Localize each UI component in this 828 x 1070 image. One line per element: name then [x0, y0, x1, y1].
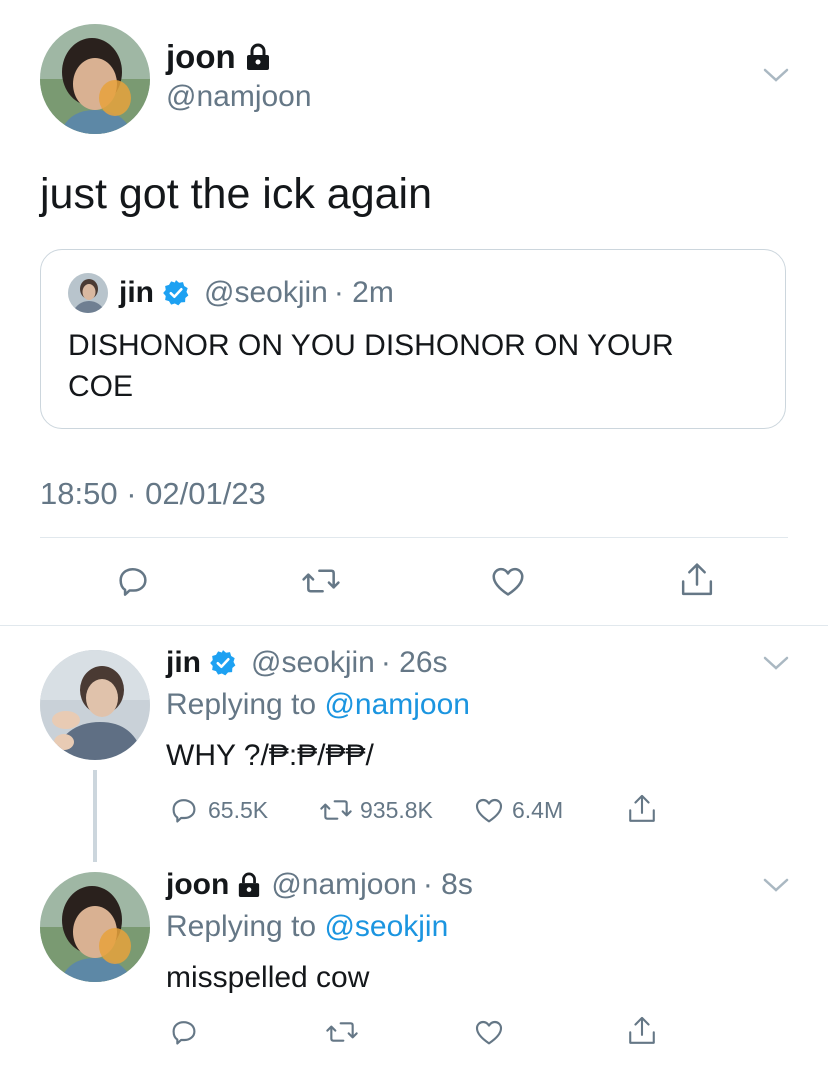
lock-icon [237, 872, 261, 898]
like-icon [488, 562, 528, 600]
quoted-time: · 2m [333, 276, 394, 309]
avatar-jin-small [68, 273, 108, 313]
thread-line [93, 770, 97, 862]
like-icon [472, 794, 506, 826]
quoted-author-name: jin [119, 276, 154, 309]
share-button[interactable] [626, 1014, 658, 1048]
retweet-count: 935.8K [360, 796, 433, 823]
reply-icon [114, 562, 152, 600]
section-divider [0, 625, 828, 626]
avatar-joon[interactable] [40, 872, 150, 982]
retweet-icon [324, 1016, 360, 1048]
reply-icon [168, 794, 200, 826]
reply-button[interactable] [114, 562, 152, 600]
share-icon [626, 1014, 658, 1048]
like-count: 6.4M [512, 796, 564, 823]
reply-author-name[interactable]: jin [166, 646, 201, 680]
like-icon [472, 1016, 506, 1048]
share-button[interactable] [678, 560, 716, 600]
quoted-text-line2: COE [68, 370, 134, 403]
like-button[interactable]: 6.4M [472, 794, 563, 826]
chevron-down-icon[interactable] [762, 66, 790, 89]
reply-count: 65.5K [208, 796, 269, 823]
share-icon [626, 792, 658, 826]
replying-to-label: Replying to [166, 688, 317, 721]
author-name[interactable]: joon [166, 38, 236, 76]
retweet-button[interactable] [324, 1016, 360, 1048]
chevron-down-icon[interactable] [762, 654, 790, 677]
reply-author-handle[interactable]: @namjoon [271, 868, 417, 902]
quoted-author-handle: @seokjin [204, 276, 328, 309]
reply-text: WHY ?/₱:₱/₱₱/ [166, 739, 374, 772]
avatar-jin[interactable] [40, 650, 150, 760]
retweet-icon [300, 562, 342, 600]
reply-time: · 26s [380, 646, 448, 679]
chevron-down-icon[interactable] [762, 876, 790, 899]
reply-button[interactable]: 65.5K [168, 794, 268, 826]
reply-author-name[interactable]: joon [166, 868, 229, 902]
retweet-icon [318, 794, 354, 826]
share-button[interactable] [626, 792, 658, 826]
reply-author-handle[interactable]: @seokjin [251, 646, 375, 680]
lock-icon [245, 43, 271, 71]
share-icon [678, 560, 716, 600]
retweet-button[interactable] [300, 562, 342, 600]
like-button[interactable] [488, 562, 528, 600]
verified-icon [162, 279, 190, 307]
verified-icon [209, 649, 237, 677]
reply-button[interactable] [168, 1016, 200, 1048]
author-handle[interactable]: @namjoon [166, 80, 312, 114]
like-button[interactable] [472, 1016, 506, 1048]
replying-to-link[interactable]: @seokjin [324, 910, 448, 943]
divider [40, 537, 788, 538]
reply-icon [168, 1016, 200, 1048]
tweet-text: just got the ick again [40, 170, 433, 218]
replying-to-label: Replying to [166, 910, 317, 943]
avatar-joon[interactable] [40, 24, 150, 134]
tweet-timestamp[interactable]: 18:50 · 02/01/23 [40, 476, 266, 512]
replying-to-link[interactable]: @namjoon [324, 688, 470, 721]
reply-text: misspelled cow [166, 961, 370, 994]
quoted-text-line1: DISHONOR ON YOU DISHONOR ON YOUR [68, 329, 674, 362]
retweet-button[interactable]: 935.8K [318, 794, 433, 826]
reply-time: · 8s [422, 868, 473, 901]
